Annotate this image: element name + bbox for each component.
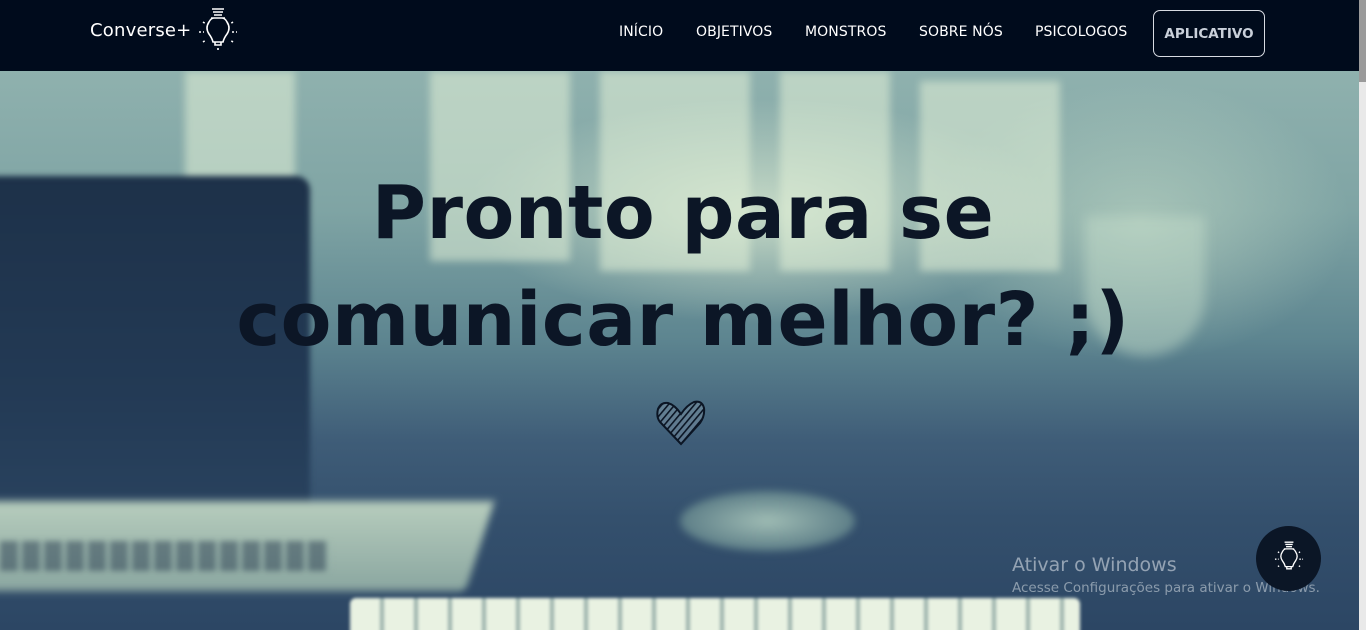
main-nav: INÍCIO OBJETIVOS MONSTROS SOBRE NÓS PSIC… [0, 0, 1366, 71]
scrollbar-thumb[interactable] [1359, 0, 1366, 82]
nav-item-inicio[interactable]: INÍCIO [619, 24, 663, 40]
hero-headline-line-1: Pronto para se [371, 170, 995, 256]
navbar: Converse+ INÍCIO OBJETIVOS MONSTROS SOBR… [0, 0, 1366, 71]
aplicativo-button[interactable]: APLICATIVO [1153, 10, 1265, 57]
hero-headline-line-2: comunicar melhor? ;) [236, 277, 1130, 363]
heart-icon [655, 396, 707, 452]
hero-section: Pronto para se comunicar melhor? ;) Ativ… [0, 71, 1366, 630]
page-scrollbar[interactable] [1359, 0, 1366, 630]
nav-item-monstros[interactable]: MONSTROS [805, 24, 886, 40]
windows-activation-title: Ativar o Windows [1012, 554, 1177, 576]
nav-item-objetivos[interactable]: OBJETIVOS [696, 24, 772, 40]
lightbulb-icon [1272, 538, 1306, 580]
floating-lightbulb-button[interactable] [1256, 526, 1321, 591]
nav-item-psicologos[interactable]: PSICOLOGOS [1035, 24, 1127, 40]
nav-item-sobre-nos[interactable]: SOBRE NÓS [919, 24, 1003, 40]
